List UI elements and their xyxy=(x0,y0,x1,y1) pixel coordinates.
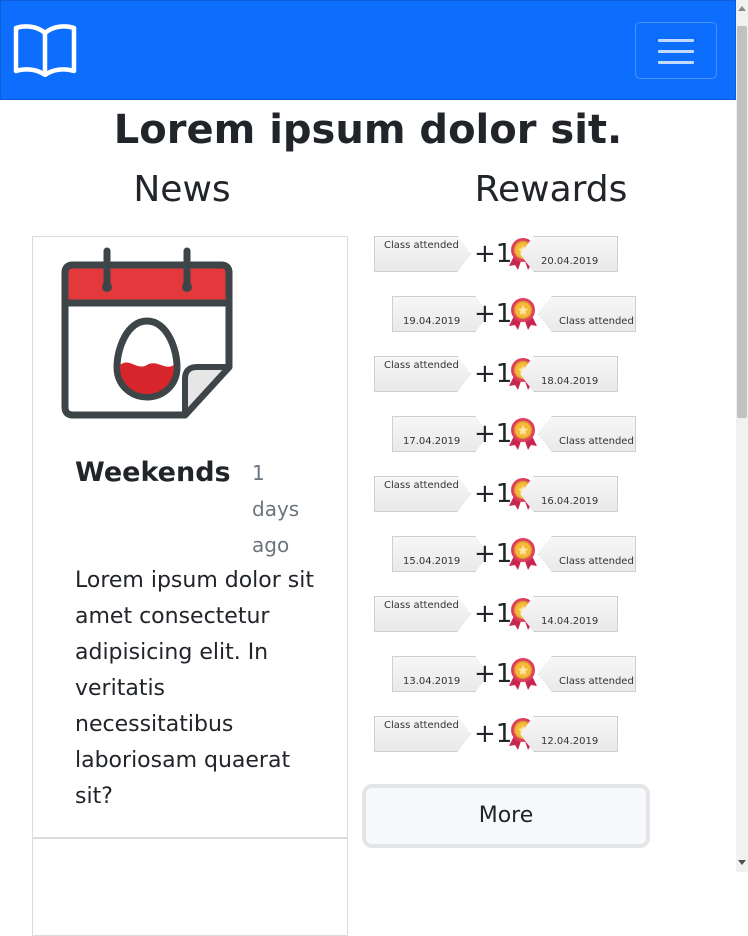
reward-label: Class attended xyxy=(384,360,459,371)
reward-date: 19.04.2019 xyxy=(403,316,461,327)
reward-tag: Class attended xyxy=(374,236,471,272)
reward-date: 16.04.2019 xyxy=(541,496,599,507)
reward-tag: Class attended xyxy=(538,296,636,332)
navbar xyxy=(0,0,736,100)
reward-label: Class attended xyxy=(559,676,634,687)
scroll-down-arrow-icon[interactable] xyxy=(738,860,746,865)
reward-tag: Class attended xyxy=(374,716,471,752)
reward-row: Class attended +1 18.04.2019 xyxy=(374,356,644,396)
reward-row: 15.04.2019 +1 Class attended xyxy=(374,536,644,576)
news-body: Lorem ipsum dolor sit amet consectetur a… xyxy=(75,568,314,809)
rewards-heading: Rewards xyxy=(474,169,628,210)
reward-date: 13.04.2019 xyxy=(403,676,461,687)
reward-date: 20.04.2019 xyxy=(541,256,599,267)
reward-row: Class attended +1 12.04.2019 xyxy=(374,716,644,756)
card-divider xyxy=(33,837,347,839)
reward-row: 13.04.2019 +1 Class attended xyxy=(374,656,644,696)
medal-icon xyxy=(507,416,539,450)
reward-label: Class attended xyxy=(384,480,459,491)
reward-row: Class attended +1 20.04.2019 xyxy=(374,236,644,276)
reward-tag: 16.04.2019 xyxy=(520,476,618,512)
reward-tag: Class attended xyxy=(538,536,636,572)
menu-toggle-button[interactable] xyxy=(635,22,717,79)
scrollbar-thumb[interactable] xyxy=(737,26,747,418)
reward-tag: Class attended xyxy=(374,476,471,512)
page-title: Lorem ipsum dolor sit. xyxy=(113,107,623,153)
more-button[interactable]: More xyxy=(362,784,650,848)
news-heading: News xyxy=(133,169,231,210)
news-title[interactable]: Weekends xyxy=(75,455,231,491)
scrollbar[interactable] xyxy=(736,0,748,872)
news-card[interactable]: Weekends 1 days ago Lorem ipsum dolor si… xyxy=(32,236,348,936)
reward-row: Class attended +1 16.04.2019 xyxy=(374,476,644,516)
reward-date: 18.04.2019 xyxy=(541,376,599,387)
calendar-easter-egg-icon xyxy=(61,247,233,419)
reward-label: Class attended xyxy=(559,556,634,567)
reward-date: 15.04.2019 xyxy=(403,556,461,567)
scroll-up-arrow-icon[interactable] xyxy=(738,6,746,11)
medal-icon xyxy=(507,296,539,330)
reward-row: 19.04.2019 +1 Class attended xyxy=(374,296,644,336)
reward-date: 14.04.2019 xyxy=(541,616,599,627)
hamburger-icon xyxy=(658,39,694,42)
reward-tag: Class attended xyxy=(538,656,636,692)
reward-date: 12.04.2019 xyxy=(541,736,599,747)
reward-tag: Class attended xyxy=(538,416,636,452)
reward-tag: 18.04.2019 xyxy=(520,356,618,392)
reward-row: 17.04.2019 +1 Class attended xyxy=(374,416,644,456)
reward-label: Class attended xyxy=(384,240,459,251)
reward-label: Class attended xyxy=(559,436,634,447)
reward-tag: 12.04.2019 xyxy=(520,716,618,752)
reward-label: Class attended xyxy=(559,316,634,327)
reward-tag: Class attended xyxy=(374,596,471,632)
reward-label: Class attended xyxy=(384,600,459,611)
reward-label: Class attended xyxy=(384,720,459,731)
reward-date: 17.04.2019 xyxy=(403,436,461,447)
reward-row: Class attended +1 14.04.2019 xyxy=(374,596,644,636)
medal-icon xyxy=(507,536,539,570)
reward-tag: 14.04.2019 xyxy=(520,596,618,632)
reward-tag: Class attended xyxy=(374,356,471,392)
medal-icon xyxy=(507,656,539,690)
reward-tag: 20.04.2019 xyxy=(520,236,618,272)
open-book-icon[interactable] xyxy=(13,23,77,77)
news-timestamp: 1 days ago xyxy=(252,461,300,557)
